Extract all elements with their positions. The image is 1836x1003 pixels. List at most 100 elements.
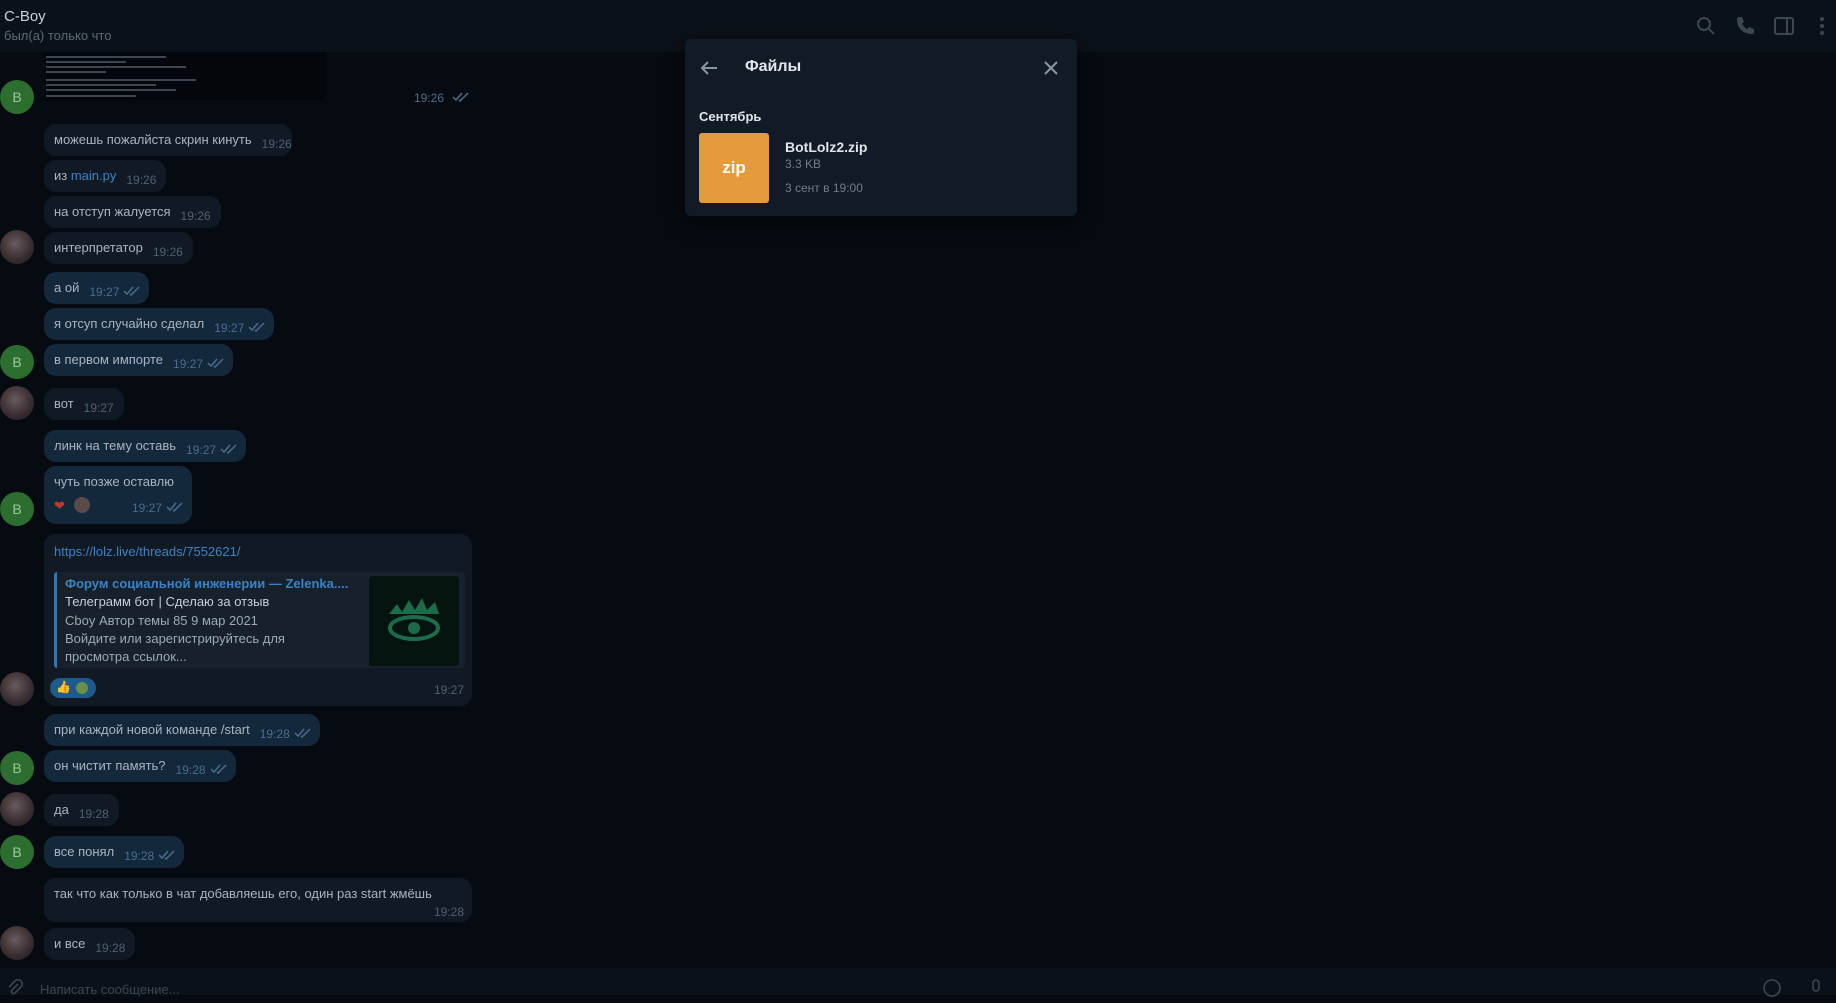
- message-text: в первом импорте: [54, 352, 164, 367]
- message-link[interactable]: main.py: [71, 168, 117, 183]
- message-time: 19:27: [433, 683, 464, 697]
- message-time: 19:28: [259, 727, 290, 741]
- avatar[interactable]: [0, 926, 34, 960]
- avatar[interactable]: B: [0, 80, 34, 114]
- message-text: интерпретатор: [54, 240, 143, 255]
- message-time: 19:26: [152, 245, 183, 259]
- avatar[interactable]: B: [0, 345, 34, 379]
- message-text: да: [54, 802, 69, 817]
- message-time: 19:27: [131, 501, 162, 515]
- reactor-avatar: [74, 497, 90, 513]
- message-bubble[interactable]: линк на тему оставь 19:27: [44, 430, 247, 462]
- preview-meta: Cboy Автор темы 85 9 мар 2021: [65, 613, 258, 628]
- file-date: 3 сент в 19:00: [785, 181, 863, 195]
- message-bubble[interactable]: а ой 19:27: [44, 272, 150, 304]
- message-link[interactable]: https://lolz.live/threads/7552621/: [54, 544, 240, 559]
- double-check-icon: [207, 358, 225, 368]
- thumbs-up-reaction[interactable]: 👍: [56, 680, 71, 694]
- double-check-icon: [452, 92, 470, 102]
- message-time: 19:27: [83, 401, 114, 415]
- message-time: 19:28: [175, 763, 206, 777]
- chat-status: был(а) только что: [4, 28, 112, 43]
- preview-description: Cboy Автор темы 85 9 мар 2021 Войдите ил…: [65, 612, 315, 666]
- message-text: линк на тему оставь: [54, 438, 177, 453]
- message-bubble[interactable]: при каждой новой команде /start 19:28: [44, 714, 320, 746]
- message-prefix: из: [54, 168, 71, 183]
- message-time: 19:28: [124, 849, 155, 863]
- double-check-icon: [166, 502, 184, 512]
- back-arrow-icon[interactable]: [697, 56, 721, 80]
- preview-site-name: Форум социальной инженерии — Zelenka....: [65, 576, 349, 591]
- link-preview[interactable]: Форум социальной инженерии — Zelenka....…: [54, 572, 465, 668]
- message-text: чуть позже оставлю: [54, 474, 174, 489]
- message-bubble[interactable]: он чистит память? 19:28: [44, 750, 236, 782]
- files-panel: Файлы Сентябрь zip BotLolz2.zip 3.3 KB 3…: [685, 39, 1077, 216]
- message-time: 19:27: [173, 357, 204, 371]
- message-time: 19:27: [214, 321, 245, 335]
- message-time: 19:28: [95, 941, 126, 955]
- message-time: 19:26: [126, 173, 157, 187]
- message-time: 19:28: [433, 905, 464, 919]
- avatar[interactable]: [0, 386, 34, 420]
- avatar[interactable]: B: [0, 751, 34, 785]
- message-time: 19:28: [78, 807, 109, 821]
- message-bubble[interactable]: и все 19:28: [44, 928, 136, 960]
- phone-icon[interactable]: [1733, 14, 1757, 38]
- message-time: 19:27: [89, 285, 120, 299]
- message-input-bar: Написать сообщение...: [0, 968, 1836, 998]
- message-text: я отсуп случайно сделал: [54, 316, 205, 331]
- section-header: Сентябрь: [699, 109, 762, 124]
- avatar[interactable]: [0, 792, 34, 826]
- double-check-icon: [294, 728, 312, 738]
- message-bubble[interactable]: я отсуп случайно сделал 19:27: [44, 308, 275, 340]
- emoji-icon[interactable]: [1762, 978, 1782, 998]
- message-bubble[interactable]: все понял 19:28: [44, 836, 185, 868]
- panel-title: Файлы: [745, 58, 802, 75]
- message-bubble[interactable]: чуть позже оставлю ❤ 19:27: [44, 466, 192, 524]
- message-text: а ой: [54, 280, 80, 295]
- message-bubble[interactable]: да 19:28: [44, 794, 119, 826]
- message-bubble[interactable]: из main.py 19:26: [44, 160, 167, 192]
- double-check-icon: [248, 322, 266, 332]
- file-type-badge[interactable]: zip: [699, 133, 769, 203]
- message-bubble[interactable]: интерпретатор 19:26: [44, 232, 193, 264]
- message-text: при каждой новой команде /start: [54, 722, 250, 737]
- avatar[interactable]: B: [0, 492, 34, 526]
- attach-icon[interactable]: [4, 978, 24, 998]
- message-bubble[interactable]: на отступ жалуется 19:26: [44, 196, 221, 228]
- double-check-icon: [123, 286, 141, 296]
- message-bubble[interactable]: вот 19:27: [44, 388, 124, 420]
- reactions-bar[interactable]: 👍: [50, 678, 96, 698]
- avatar[interactable]: [0, 230, 34, 264]
- message-text: все понял: [54, 844, 115, 859]
- sidebar-toggle-icon[interactable]: [1772, 14, 1796, 38]
- message-text: и все: [54, 936, 86, 951]
- message-text: он чистит память?: [54, 758, 166, 773]
- avatar[interactable]: B: [0, 835, 34, 869]
- double-check-icon: [210, 764, 228, 774]
- search-icon[interactable]: [1694, 14, 1718, 38]
- chat-title[interactable]: C-Boy: [4, 8, 46, 25]
- close-icon[interactable]: [1039, 56, 1063, 80]
- message-bubble[interactable]: в первом импорте 19:27: [44, 344, 234, 376]
- heart-reaction[interactable]: ❤: [54, 498, 65, 514]
- message-time: 19:26: [180, 209, 211, 223]
- message-bubble[interactable]: так что как только в чат добавляешь его,…: [44, 878, 472, 922]
- more-icon[interactable]: [1810, 14, 1834, 38]
- preview-title: Телеграмм бот | Сделаю за отзыв: [65, 594, 270, 609]
- message-time: 19:27: [186, 443, 217, 457]
- message-time-row: 19:26: [44, 88, 472, 112]
- double-check-icon: [158, 850, 176, 860]
- file-name[interactable]: BotLolz2.zip: [785, 139, 867, 155]
- mic-icon[interactable]: [1806, 978, 1826, 998]
- avatar[interactable]: [0, 672, 34, 706]
- message-text: можешь пожалйста скрин кинуть: [54, 132, 252, 147]
- message-text: вот: [54, 396, 74, 411]
- message-text: на отступ жалуется: [54, 204, 171, 219]
- double-check-icon: [220, 444, 238, 454]
- preview-image: [369, 576, 459, 666]
- message-text: из main.py: [54, 168, 116, 184]
- file-size: 3.3 KB: [785, 157, 822, 171]
- message-bubble[interactable]: можешь пожалйста скрин кинуть 19:26: [44, 124, 292, 156]
- message-text: так что как только в чат добавляешь его,…: [54, 886, 432, 901]
